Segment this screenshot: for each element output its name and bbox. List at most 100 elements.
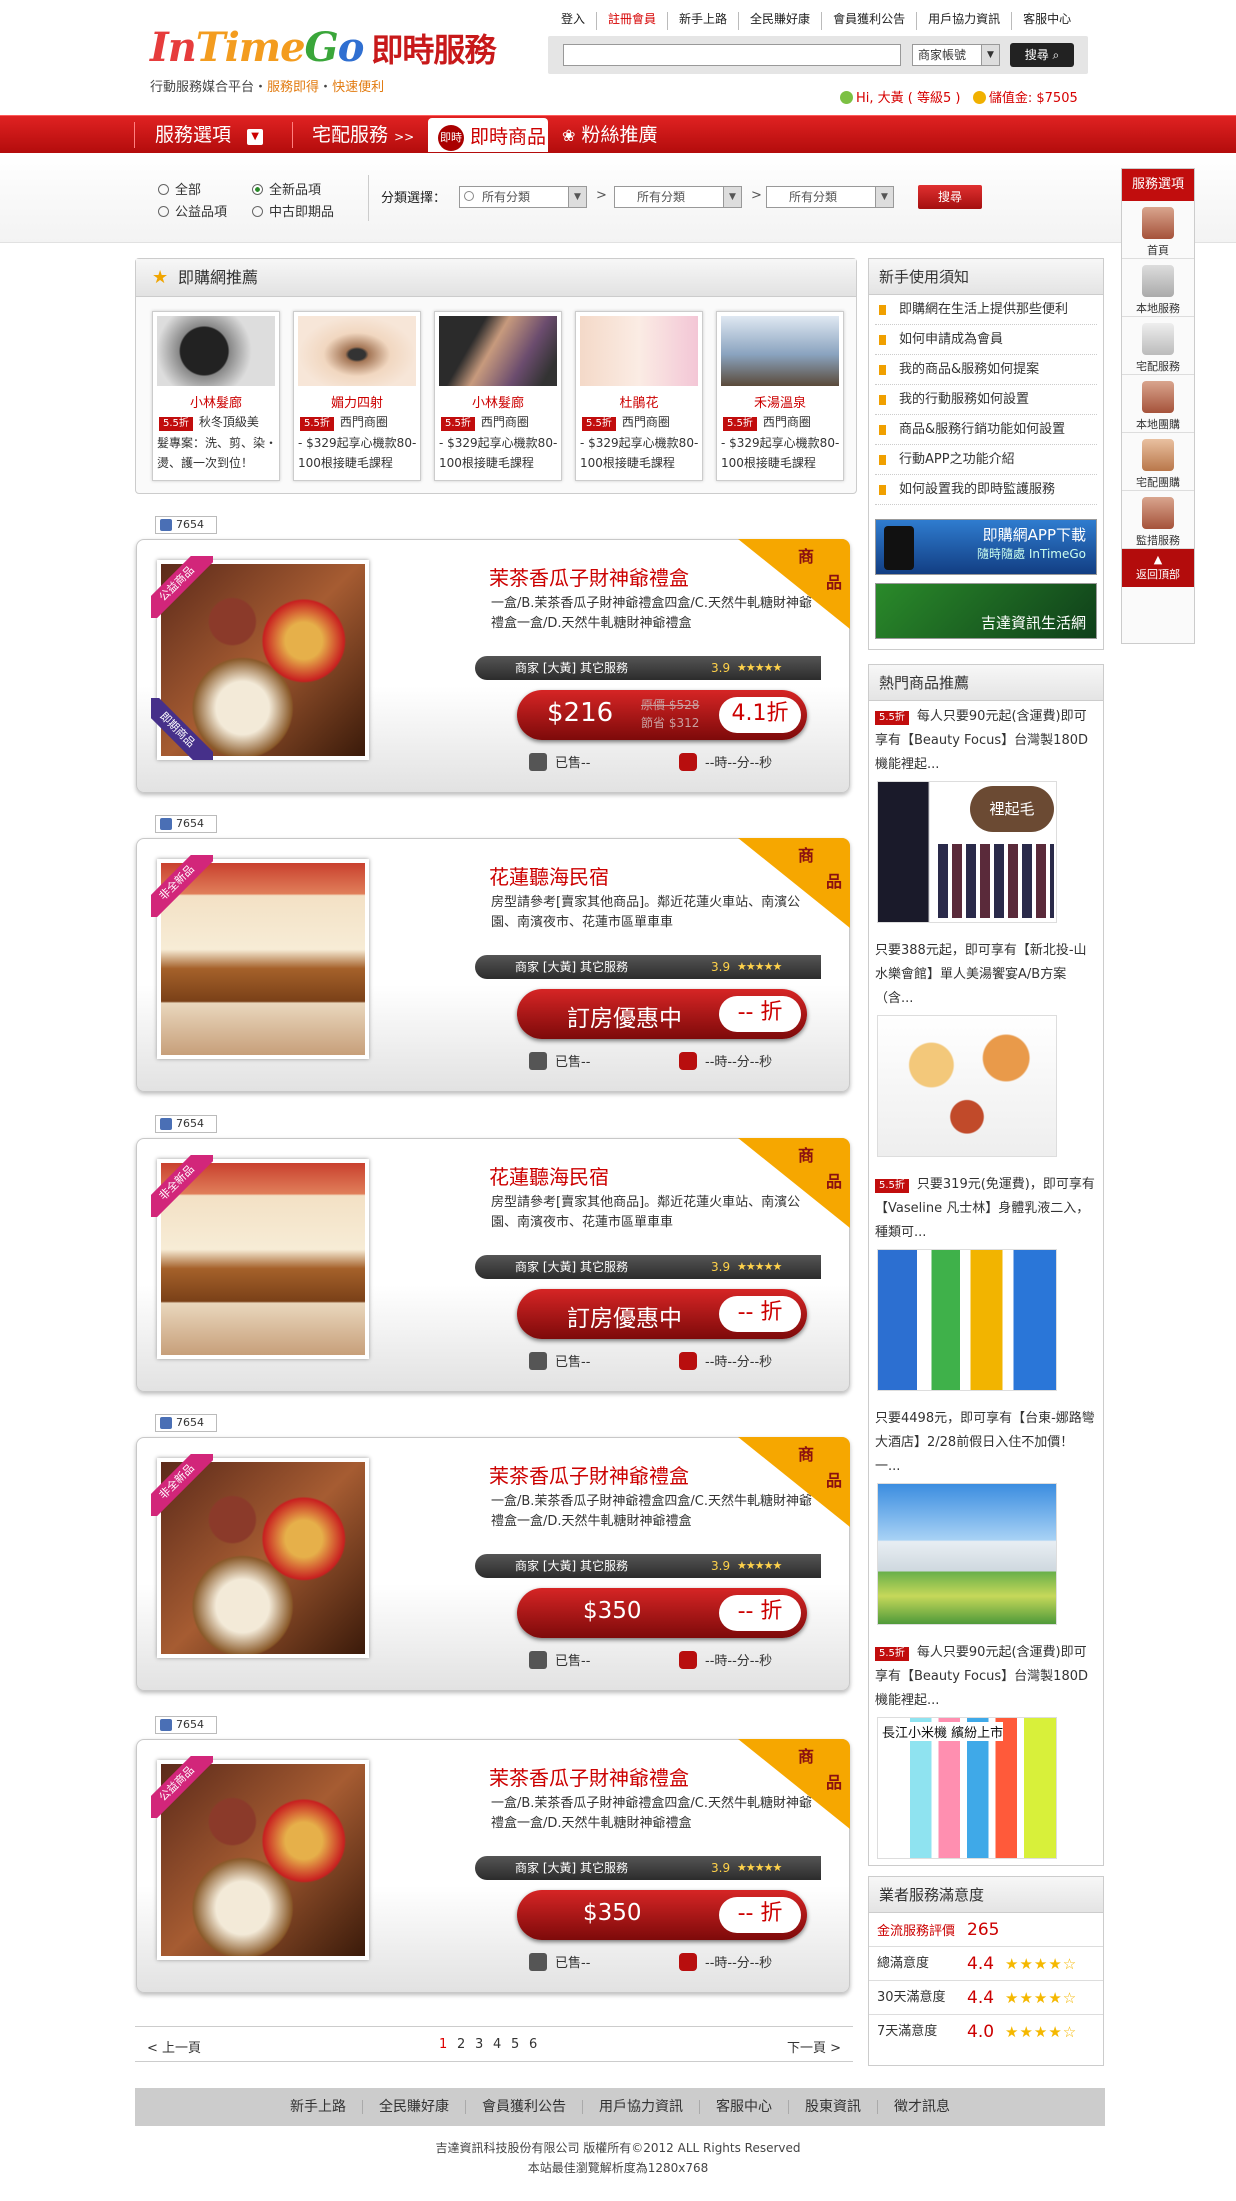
guide-item[interactable]: 我的商品&服務如何提案 (875, 355, 1097, 385)
search-type-select[interactable]: 商家帳號 ▼ (912, 44, 1000, 66)
product-title[interactable]: 花蓮聽海民宿 (489, 861, 609, 890)
page-link[interactable]: 3 (475, 2037, 483, 2052)
footer-link[interactable]: 股東資訊 (789, 2100, 878, 2114)
top-link-announce[interactable]: 會員獲利公告 (822, 12, 918, 30)
product-card[interactable]: 非全新品 商品 花蓮聽海民宿 房型請參考[賣家其他商品]。鄰近花蓮火車站、南濱公… (136, 1138, 850, 1392)
page-link[interactable]: 4 (493, 2037, 501, 2052)
footer-link[interactable]: 會員獲利公告 (466, 2100, 583, 2114)
svc-local[interactable]: 本地服務 (1122, 259, 1194, 317)
footer-link[interactable]: 徵才訊息 (878, 2100, 966, 2114)
nav-delivery[interactable]: 宅配服務 >> (312, 116, 414, 154)
price-button[interactable]: 訂房優惠中 -- 折 (517, 989, 807, 1039)
prev-page-button[interactable]: < 上一頁 (147, 2037, 201, 2056)
merchant-bar[interactable]: 商家 [大黃] 其它服務 3.9 ★★★★★ (475, 1255, 821, 1279)
nav-instant-products[interactable]: 即時 即時商品 (428, 118, 548, 152)
svc-monitor[interactable]: 監措服務 (1122, 491, 1194, 549)
product-title[interactable]: 茉茶香瓜子財神爺禮盒 (489, 1762, 689, 1791)
nav-service-options[interactable]: 服務選項 ▼ (155, 116, 264, 154)
guide-item[interactable]: 行動APP之功能介紹 (875, 445, 1097, 475)
price-button[interactable]: $350 -- 折 (517, 1890, 807, 1940)
top-links: 登入 註冊會員 新手上路 全民賺好康 會員獲利公告 用戶協力資訊 客服中心 (550, 12, 1082, 30)
guide-item[interactable]: 如何申請成為會員 (875, 325, 1097, 355)
rec-card[interactable]: 小林髮廊 5.5折 西門商圈 - $329起享心機款80-100根接睫毛課程 (434, 311, 562, 481)
radio-new[interactable]: 全新品項 (252, 179, 321, 198)
sold-count: 已售-- (529, 752, 590, 771)
merchant-bar[interactable]: 商家 [大黃] 其它服務 3.9 ★★★★★ (475, 656, 821, 680)
product-card[interactable]: 公益商品 商品 茉茶香瓜子財神爺禮盒 一盒/B.茉茶香瓜子財神爺禮盒四盒/C.天… (136, 1739, 850, 1993)
like-button[interactable]: 7654 (155, 1716, 217, 1734)
app-download-banner[interactable]: 即購網APP下載 隨時隨處 InTimeGo (875, 519, 1097, 575)
top-link-register[interactable]: 註冊會員 (597, 12, 669, 30)
satisfaction-row: 7天滿意度 4.0 ★★★★☆ (869, 2015, 1103, 2049)
price-button[interactable]: $350 -- 折 (517, 1588, 807, 1638)
page-link[interactable]: 6 (529, 2037, 537, 2052)
guide-item[interactable]: 如何設置我的即時監護服務 (875, 475, 1097, 505)
radio-all[interactable]: 全部 (158, 179, 201, 198)
price-button[interactable]: $216 原價 $528 節省 $312 4.1折 (517, 690, 807, 740)
footer-link[interactable]: 新手上路 (274, 2100, 363, 2114)
svc-delivery[interactable]: 宅配服務 (1122, 317, 1194, 375)
guide-item[interactable]: 我的行動服務如何設置 (875, 385, 1097, 415)
back-to-top-button[interactable]: ▲ 返回頂部 (1122, 549, 1194, 587)
category-select-1[interactable]: 所有分類 ▼ (459, 186, 587, 208)
like-button[interactable]: 7654 (155, 1414, 217, 1432)
user-balance: 儲值金: $7505 (988, 91, 1078, 106)
product-title[interactable]: 茉茶香瓜子財神爺禮盒 (489, 1460, 689, 1489)
top-link-login[interactable]: 登入 (550, 12, 598, 30)
rec-card[interactable]: 媚力四射 5.5折 西門商圈 - $329起享心機款80-100根接睫毛課程 (293, 311, 421, 481)
like-button[interactable]: 7654 (155, 815, 217, 833)
product-card[interactable]: 非全新品 商品 茉茶香瓜子財神爺禮盒 一盒/B.茉茶香瓜子財神爺禮盒四盒/C.天… (136, 1437, 850, 1691)
site-logo[interactable]: InTimeGo 即時服務 行動服務媒合平台・服務即得・快速便利 (150, 26, 500, 98)
hot-item[interactable]: 5.5折 每人只要90元起(含運費)即可享有【Beauty Focus】台灣製18… (875, 705, 1097, 923)
hot-item[interactable]: 5.5折 每人只要90元起(含運費)即可享有【Beauty Focus】台灣製18… (875, 1641, 1097, 1859)
hot-item[interactable]: 只要4498元，即可享有【台東-娜路彎大酒店】2/28前假日入住不加價！一... (875, 1407, 1097, 1625)
guide-item[interactable]: 即購網在生活上提供那些便利 (875, 295, 1097, 325)
category-select-3[interactable]: 所有分類 ▼ (766, 186, 894, 208)
merchant-bar[interactable]: 商家 [大黃] 其它服務 3.9 ★★★★★ (475, 955, 821, 979)
nav-fan-promo[interactable]: ❀ 粉絲推廣 (562, 116, 657, 154)
top-link-service[interactable]: 客服中心 (1012, 12, 1082, 30)
page-link[interactable]: 5 (511, 2037, 519, 2052)
top-link-earn[interactable]: 全民賺好康 (739, 12, 823, 30)
footer-link[interactable]: 用戶協力資訊 (583, 2100, 700, 2114)
product-title[interactable]: 茉茶香瓜子財神爺禮盒 (489, 562, 689, 591)
price-button[interactable]: 訂房優惠中 -- 折 (517, 1289, 807, 1339)
service-panel: 服務選項 首頁 本地服務 宅配服務 本地團購 宅配團購 監措服務 ▲ 返回頂部 (1121, 168, 1195, 644)
filter-search-button[interactable]: 搜尋 (918, 185, 982, 209)
product-title[interactable]: 花蓮聽海民宿 (489, 1161, 609, 1190)
jida-life-banner[interactable]: 吉達資訊生活網 (875, 583, 1097, 639)
rec-card[interactable]: 杜鵑花 5.5折 西門商圈 - $329起享心機款80-100根接睫毛課程 (575, 311, 703, 481)
like-button[interactable]: 7654 (155, 1115, 217, 1133)
svc-delivery-group[interactable]: 宅配團購 (1122, 433, 1194, 491)
product-card[interactable]: 公益商品 即期商品 商品 茉茶香瓜子財神爺禮盒 一盒/B.茉茶香瓜子財神爺禮盒四… (136, 539, 850, 793)
page-link[interactable]: 2 (457, 2037, 465, 2052)
footer-nav: 新手上路 全民賺好康 會員獲利公告 用戶協力資訊 客服中心 股東資訊 徵才訊息 (135, 2088, 1105, 2126)
like-button[interactable]: 7654 (155, 516, 217, 534)
next-page-button[interactable]: 下一頁 > (787, 2037, 841, 2056)
person-icon (529, 1651, 547, 1669)
footer-link[interactable]: 全民賺好康 (363, 2100, 466, 2114)
top-link-guide[interactable]: 新手上路 (668, 12, 740, 30)
radio-used[interactable]: 中古即期品 (252, 201, 334, 220)
merchant-bar[interactable]: 商家 [大黃] 其它服務 3.9 ★★★★★ (475, 1856, 821, 1880)
radio-charity[interactable]: 公益品項 (158, 201, 227, 220)
filter-divider (368, 175, 369, 221)
category-select-2[interactable]: 所有分類 ▼ (614, 186, 742, 208)
rec-image (439, 316, 557, 386)
tagline: 行動服務媒合平台・服務即得・快速便利 (150, 80, 385, 95)
svc-local-group[interactable]: 本地團購 (1122, 375, 1194, 433)
rec-card[interactable]: 禾湯溫泉 5.5折 西門商圈 - $329起享心機款80-100根接睫毛課程 (716, 311, 844, 481)
page-link[interactable]: 1 (439, 2037, 447, 2052)
merchant-bar[interactable]: 商家 [大黃] 其它服務 3.9 ★★★★★ (475, 1554, 821, 1578)
hot-item[interactable]: 5.5折 只要319元(免運費)，即可享有【Vaseline 凡士林】身體乳液二入… (875, 1173, 1097, 1391)
user-greeting[interactable]: Hi, 大黃 ( 等級5 ) (856, 91, 960, 106)
svc-home[interactable]: 首頁 (1122, 201, 1194, 259)
search-button[interactable]: 搜尋 ⌕ (1010, 43, 1074, 67)
top-link-assist[interactable]: 用戶協力資訊 (917, 12, 1013, 30)
search-input[interactable] (563, 44, 901, 66)
footer-link[interactable]: 客服中心 (700, 2100, 789, 2114)
hot-item[interactable]: 只要388元起，即可享有【新北投-山水樂會館】單人美湯饗宴A/B方案（含... (875, 939, 1097, 1157)
rec-card[interactable]: 小林髮廊 5.5折 秋冬頂級美 髮專案：洗、剪、染・燙、護一次到位！ (152, 311, 280, 481)
product-card[interactable]: 非全新品 商品 花蓮聽海民宿 房型請參考[賣家其他商品]。鄰近花蓮火車站、南濱公… (136, 838, 850, 1092)
guide-item[interactable]: 商品&服務行銷功能如何設置 (875, 415, 1097, 445)
